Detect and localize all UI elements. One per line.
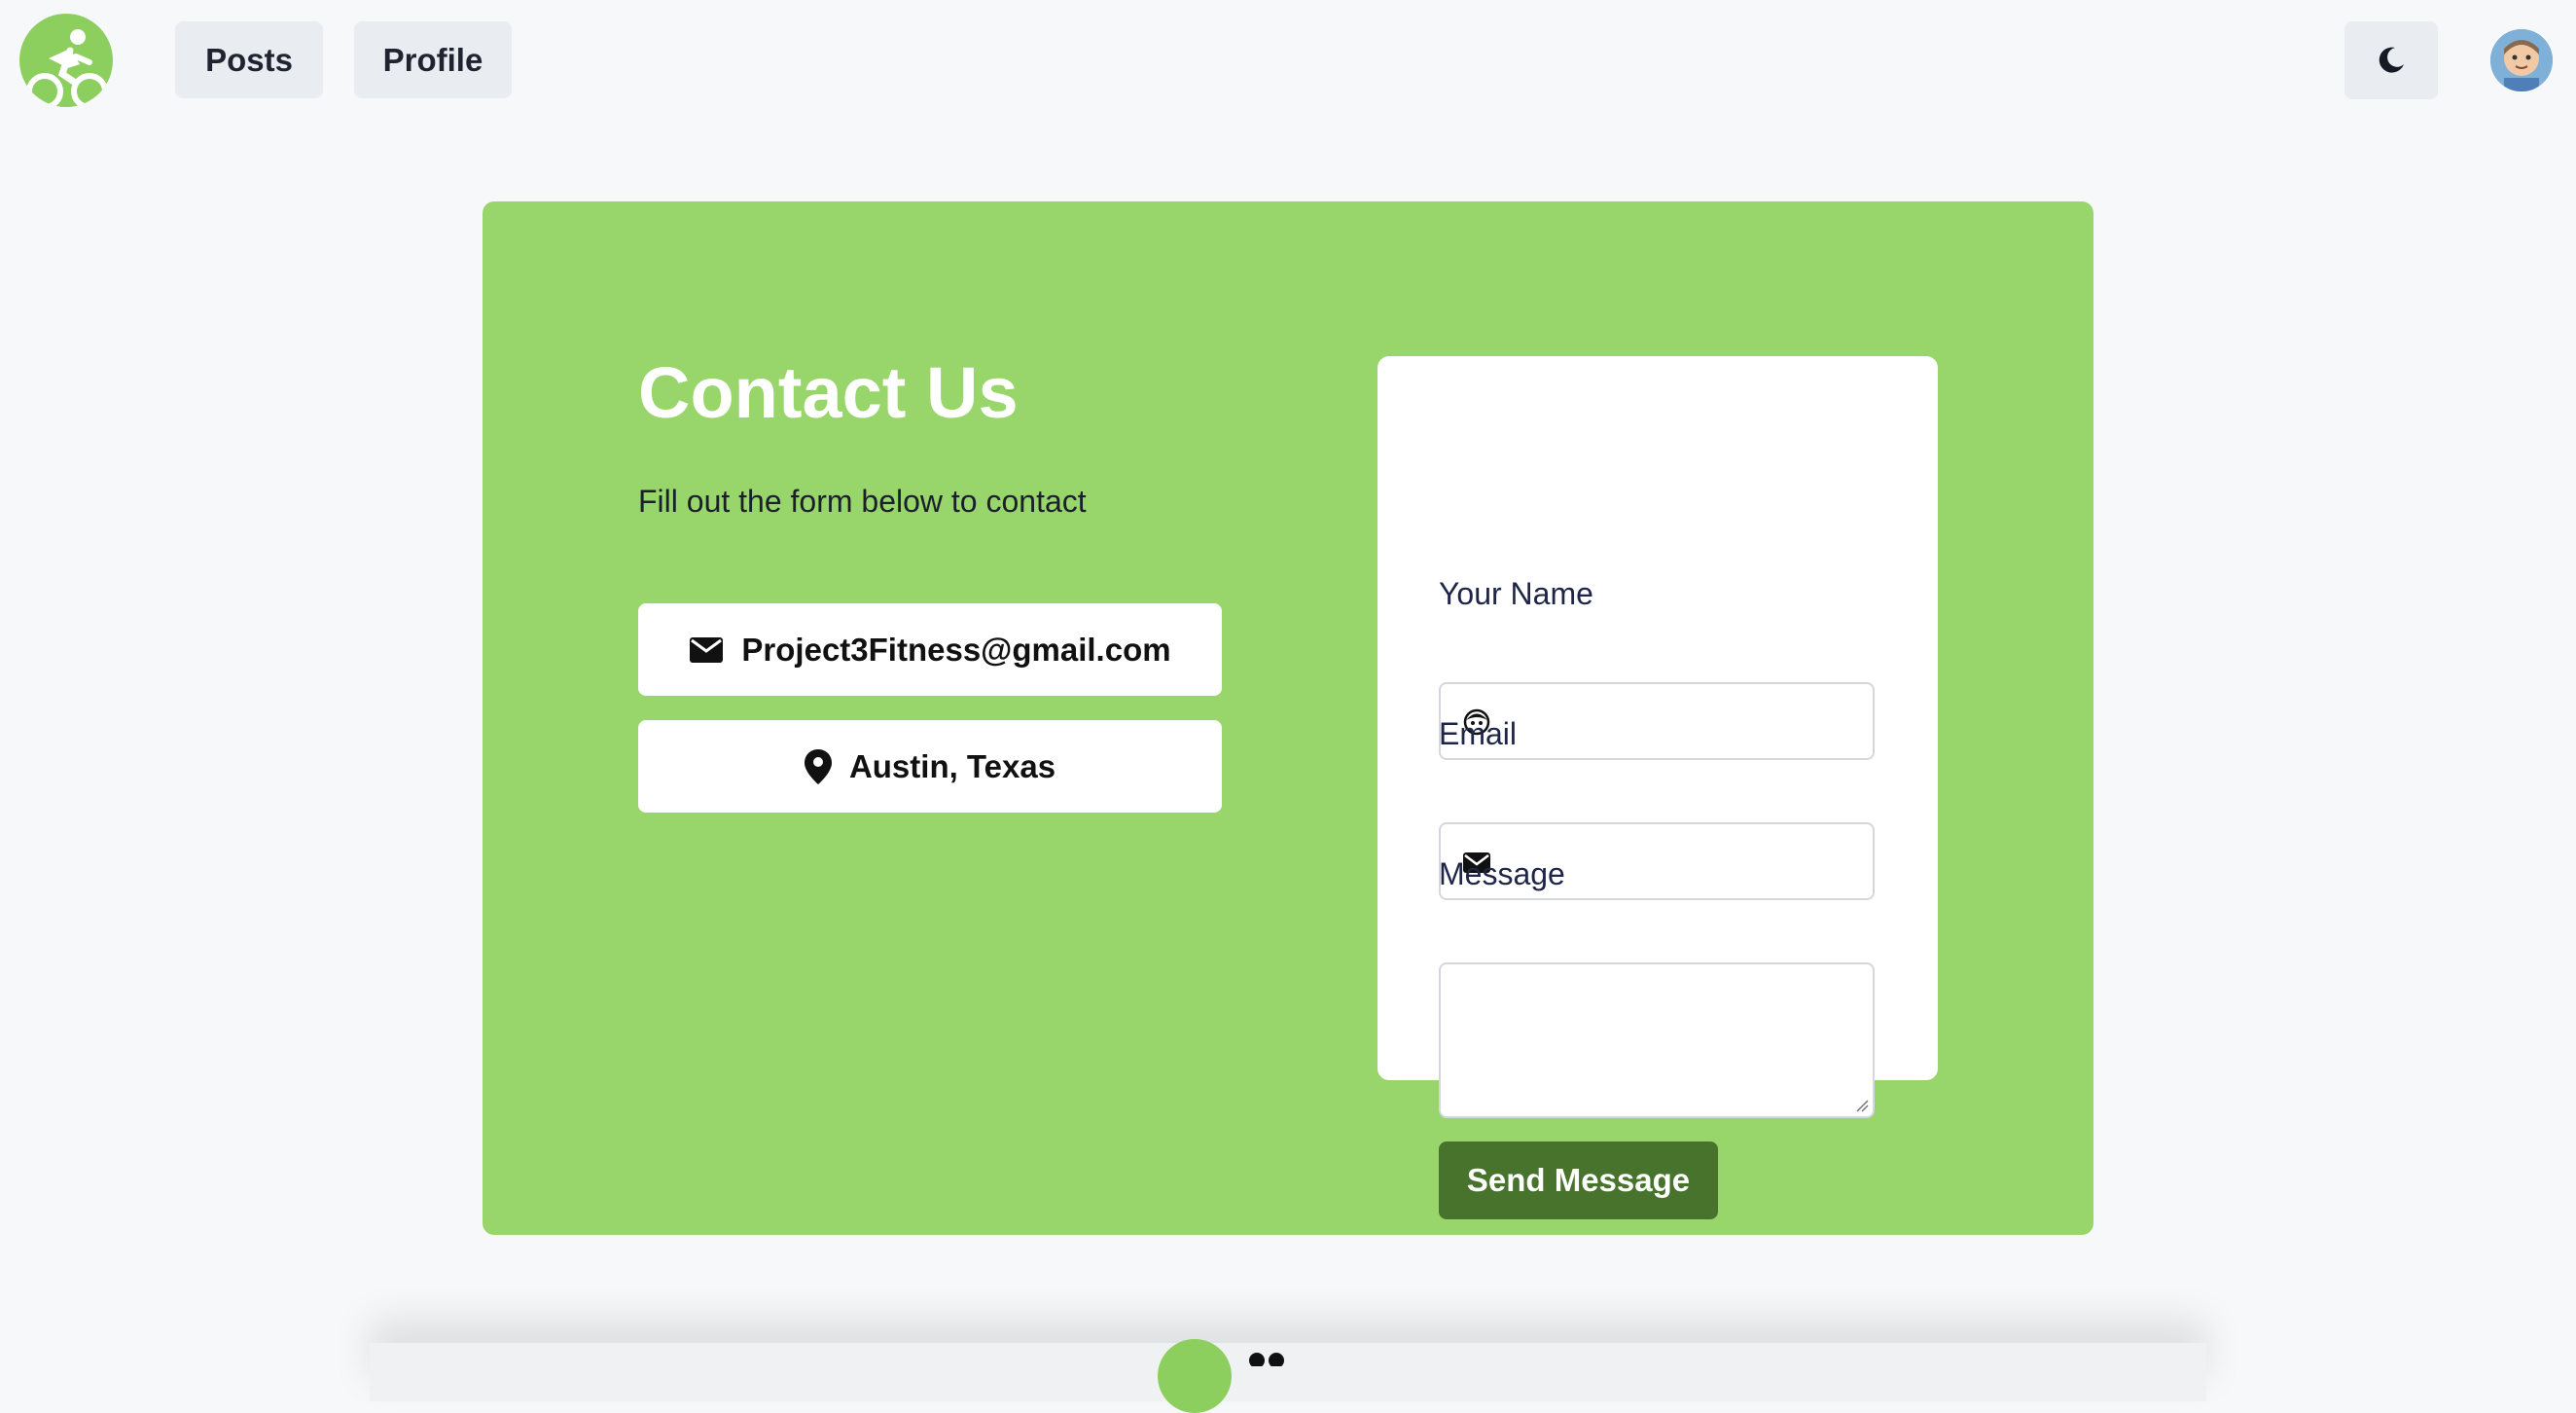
name-input[interactable] [1509, 694, 1863, 750]
nav-profile-button[interactable]: Profile [354, 21, 512, 98]
contact-email-card: Project3Fitness@gmail.com [638, 603, 1222, 696]
footer-brand-mark [1249, 1353, 1284, 1366]
resize-handle-icon[interactable] [1855, 1099, 1869, 1112]
message-textarea[interactable] [1441, 964, 1873, 1116]
send-message-button[interactable]: Send Message [1439, 1141, 1718, 1219]
map-pin-icon [804, 748, 832, 784]
email-label: Email [1439, 716, 1518, 751]
contact-location-card: Austin, Texas [638, 720, 1222, 813]
cyclist-logo-icon[interactable] [19, 14, 113, 107]
moon-icon [2379, 47, 2404, 73]
top-navbar: Posts Profile [0, 0, 2576, 121]
nav-profile-label: Profile [382, 41, 483, 78]
name-label: Your Name [1439, 576, 1593, 611]
theme-toggle-button[interactable] [2344, 21, 2438, 99]
send-message-label: Send Message [1466, 1162, 1691, 1198]
footer-logo-icon [1158, 1339, 1232, 1413]
contact-location-text: Austin, Texas [848, 747, 1056, 784]
footer [370, 1339, 2206, 1413]
contact-email-text: Project3Fitness@gmail.com [741, 631, 1171, 668]
contact-form: Your Name Email Message Send Message [1377, 356, 1938, 1219]
page-title: Contact Us [638, 352, 1019, 433]
message-label: Message [1439, 856, 1565, 891]
nav-posts-button[interactable]: Posts [175, 21, 323, 98]
message-field[interactable] [1439, 962, 1875, 1118]
mail-icon [690, 636, 724, 663]
contact-panel: Contact Us Fill out the form below to co… [483, 201, 2093, 1235]
page-subtitle: Fill out the form below to contact [638, 484, 1087, 519]
user-avatar[interactable] [2490, 29, 2553, 91]
nav-posts-label: Posts [205, 41, 293, 78]
